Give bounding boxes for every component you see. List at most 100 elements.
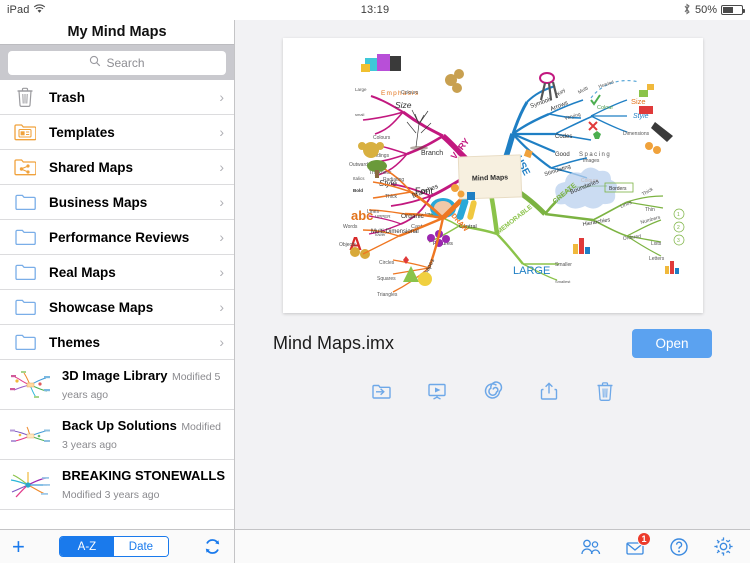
sidebar-item-showcase-maps[interactable]: Showcase Maps ›	[0, 290, 234, 325]
svg-text:Thick: Thick	[385, 194, 397, 200]
spiral-brainstorm-icon[interactable]	[480, 378, 506, 404]
battery-percent: 50%	[694, 4, 717, 16]
chevron-right-icon: ›	[219, 159, 224, 175]
file-name: 3D Image Library	[62, 367, 168, 383]
svg-text:Letters: Letters	[649, 256, 665, 262]
sidebar-item-shared-maps[interactable]: Shared Maps ›	[0, 150, 234, 185]
sort-segmented-control[interactable]: A-Z Date	[58, 536, 169, 557]
svg-text:Thin: Thin	[645, 207, 655, 213]
move-to-folder-icon[interactable]	[368, 378, 394, 404]
mindmap-center-label: Mind Maps	[471, 174, 507, 182]
main-body: My Mind Maps Search Trash › Templates › …	[0, 20, 750, 563]
svg-text:Circles: Circles	[379, 260, 395, 266]
file-name: Back Up Solutions	[62, 417, 177, 433]
svg-text:Squares: Squares	[377, 276, 396, 282]
svg-text:Italics: Italics	[353, 176, 365, 181]
mindmap-graphic: VARY Emphasis Size Large small Colours B…	[282, 38, 703, 313]
preview-area: VARY Emphasis Size Large small Colours B…	[235, 20, 750, 529]
svg-text:Images: Images	[583, 158, 600, 164]
chevron-right-icon: ›	[219, 334, 224, 350]
sidebar-item-label: Real Maps	[49, 264, 116, 280]
presentation-icon[interactable]	[424, 378, 450, 404]
sidebar-item-real-maps[interactable]: Real Maps ›	[0, 255, 234, 290]
sidebar-item-trash[interactable]: Trash ›	[0, 80, 234, 115]
sidebar-item-performance-reviews[interactable]: Performance Reviews ›	[0, 220, 234, 255]
people-icon[interactable]	[580, 536, 602, 558]
folder-template-icon	[12, 123, 38, 141]
gear-icon[interactable]	[712, 536, 734, 558]
sidebar-item-label: Business Maps	[49, 194, 148, 210]
svg-text:Words: Words	[343, 224, 358, 230]
inbox-badge: 1	[637, 531, 651, 546]
folder-icon	[12, 228, 38, 246]
detail-pane: VARY Emphasis Size Large small Colours B…	[235, 20, 750, 563]
svg-text:Colours: Colours	[373, 135, 391, 141]
svg-text:Size: Size	[395, 100, 412, 110]
add-button[interactable]: +	[12, 535, 25, 558]
svg-text:Objects: Objects	[339, 242, 356, 248]
svg-text:Colours: Colours	[401, 90, 419, 96]
svg-text:Good: Good	[555, 152, 570, 158]
search-icon	[89, 54, 101, 72]
app-root: iPad 13:19 50% My Mind Maps Search Trash…	[0, 0, 750, 563]
svg-text:Bold: Bold	[353, 188, 363, 193]
svg-text:Style: Style	[633, 113, 649, 120]
folder-icon	[12, 298, 38, 316]
list-item[interactable]: BREAKING STONEWALLS Modified 3 years ago	[0, 460, 234, 510]
list-item-text: Back Up Solutions Modified 3 years ago	[62, 417, 224, 453]
svg-text:3: 3	[677, 238, 680, 244]
search-input[interactable]: Search	[8, 50, 226, 75]
list-item-text: 3D Image Library Modified 5 years ago	[62, 367, 224, 403]
list-item[interactable]: Back Up Solutions Modified 3 years ago	[0, 410, 234, 460]
svg-text:Size: Size	[631, 97, 646, 106]
page-title: Mind Maps.imx	[273, 333, 395, 353]
sidebar-title: My Mind Maps	[0, 20, 234, 44]
help-icon[interactable]	[668, 536, 690, 558]
sidebar-item-templates[interactable]: Templates ›	[0, 115, 234, 150]
svg-text:Dimensions: Dimensions	[623, 131, 650, 137]
sidebar-item-themes[interactable]: Themes ›	[0, 325, 234, 360]
sidebar-item-label: Shared Maps	[49, 159, 134, 175]
svg-text:Borders: Borders	[609, 186, 627, 192]
map-thumbnail	[6, 417, 54, 452]
sort-option-date[interactable]: Date	[113, 537, 168, 556]
folder-icon	[12, 193, 38, 211]
clock: 13:19	[360, 4, 390, 16]
battery-icon	[721, 5, 745, 15]
sidebar-item-business-maps[interactable]: Business Maps ›	[0, 185, 234, 220]
svg-text:Smallest: Smallest	[555, 279, 571, 284]
svg-text:Branch: Branch	[421, 150, 443, 157]
svg-text:LARGE: LARGE	[513, 265, 550, 277]
chevron-right-icon: ›	[219, 264, 224, 280]
folder-icon	[12, 333, 38, 351]
sidebar-item-label: Showcase Maps	[49, 299, 154, 315]
chevron-right-icon: ›	[219, 299, 224, 315]
detail-bottom-toolbar: 1	[235, 529, 750, 563]
trash-icon[interactable]	[592, 378, 618, 404]
map-thumbnail	[6, 467, 54, 502]
list-item-text: BREAKING STONEWALLS Modified 3 years ago	[62, 467, 225, 503]
chevron-right-icon: ›	[219, 229, 224, 245]
svg-text:Triangles: Triangles	[377, 292, 398, 298]
sidebar-item-label: Performance Reviews	[49, 229, 190, 245]
folder-shared-icon	[12, 158, 38, 176]
file-name: BREAKING STONEWALLS	[62, 467, 225, 483]
sidebar-list[interactable]: Trash › Templates › Shared Maps › Busine…	[0, 80, 234, 529]
open-button[interactable]: Open	[632, 329, 712, 358]
svg-text:2: 2	[677, 225, 680, 231]
status-bar: iPad 13:19 50%	[0, 0, 750, 20]
svg-text:Lists: Lists	[651, 241, 662, 247]
refresh-icon[interactable]	[203, 537, 222, 556]
search-bar-container: Search	[0, 44, 234, 80]
svg-text:1: 1	[677, 212, 680, 218]
list-item[interactable]: 3D Image Library Modified 5 years ago	[0, 360, 234, 410]
svg-text:Codes: Codes	[555, 134, 572, 140]
trash-icon	[12, 87, 38, 107]
sidebar-item-label: Trash	[49, 89, 86, 105]
sort-option-az[interactable]: A-Z	[59, 537, 114, 556]
inbox-mail-icon[interactable]: 1	[624, 531, 651, 558]
map-preview[interactable]: VARY Emphasis Size Large small Colours B…	[282, 38, 703, 313]
svg-text:Lines: Lines	[367, 209, 379, 215]
share-icon[interactable]	[536, 378, 562, 404]
chevron-right-icon: ›	[219, 124, 224, 140]
